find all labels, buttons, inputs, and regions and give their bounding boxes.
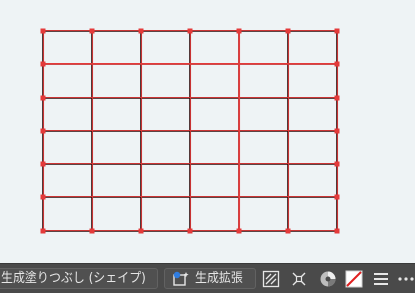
anchor-point-handle[interactable] xyxy=(334,28,340,34)
anchor-point-handle[interactable] xyxy=(236,228,242,234)
anchor-point-handle[interactable] xyxy=(187,28,193,34)
anchor-point-handle[interactable] xyxy=(334,194,340,200)
anchor-point-handle[interactable] xyxy=(334,61,340,67)
anchor-point-handle[interactable] xyxy=(89,228,95,234)
anchor-point-handle[interactable] xyxy=(334,228,340,234)
generative-expand-button[interactable]: 生成拡張 xyxy=(164,268,256,289)
anchor-point-handle[interactable] xyxy=(138,228,144,234)
generative-expand-icon xyxy=(173,271,189,286)
generative-fill-button[interactable]: 生成塗りつぶし (シェイプ) xyxy=(0,268,158,289)
no-fill-swatch-icon[interactable] xyxy=(345,270,363,288)
anchor-point-handle[interactable] xyxy=(40,161,46,167)
anchor-point-handle[interactable] xyxy=(334,128,340,134)
anchor-point-handle[interactable] xyxy=(236,28,242,34)
anchor-point-handle[interactable] xyxy=(40,28,46,34)
anchor-point-handle[interactable] xyxy=(40,128,46,134)
more-options-icon[interactable] xyxy=(397,270,415,288)
anchor-point-handle[interactable] xyxy=(187,228,193,234)
grid-shape[interactable] xyxy=(42,29,339,232)
anchor-point-handle[interactable] xyxy=(138,28,144,34)
artboard-canvas[interactable] xyxy=(0,0,415,262)
contextual-task-bar: 生成塗りつぶし (シェイプ) 生成拡張 xyxy=(0,263,415,293)
anchor-point-handle[interactable] xyxy=(40,194,46,200)
anchor-point-handle[interactable] xyxy=(89,28,95,34)
anchor-point-handle[interactable] xyxy=(334,95,340,101)
anchor-point-handle[interactable] xyxy=(285,28,291,34)
anchor-point-handle[interactable] xyxy=(40,228,46,234)
anchor-point-handle[interactable] xyxy=(285,228,291,234)
transparency-icon[interactable] xyxy=(262,270,280,288)
generative-expand-label: 生成拡張 xyxy=(195,271,243,286)
transform-icon[interactable] xyxy=(290,270,308,288)
menu-icon[interactable] xyxy=(372,270,390,288)
generative-fill-label: 生成塗りつぶし (シェイプ) xyxy=(1,271,146,286)
anchor-point-handle[interactable] xyxy=(40,95,46,101)
anchor-point-handle[interactable] xyxy=(40,61,46,67)
anchor-point-handle[interactable] xyxy=(334,161,340,167)
color-wheel-icon[interactable] xyxy=(319,270,337,288)
